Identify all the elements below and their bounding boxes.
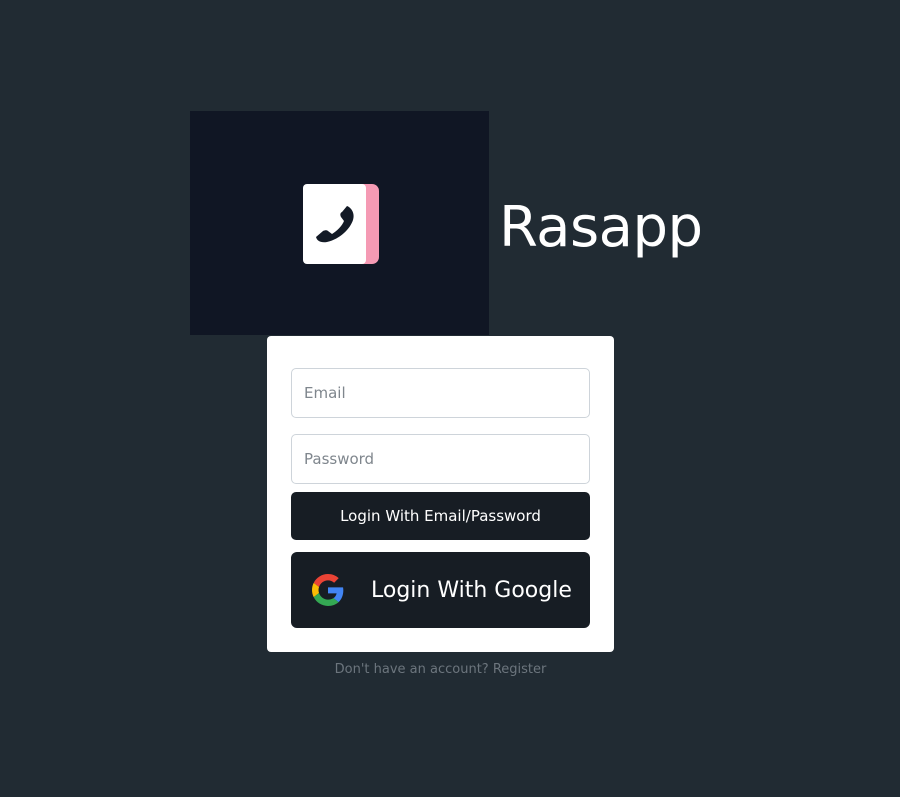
login-google-button[interactable]: Login With Google <box>291 552 590 628</box>
google-g-icon <box>312 574 344 606</box>
email-input[interactable] <box>291 368 590 418</box>
app-name: Rasapp <box>499 195 703 260</box>
register-prompt-text: Don't have an account? <box>334 662 489 677</box>
login-page: Rasapp Login With Email/Password Login W… <box>0 0 900 797</box>
register-prompt: Don't have an account? Register <box>267 660 614 680</box>
logo-panel <box>190 111 489 335</box>
password-input[interactable] <box>291 434 590 484</box>
login-email-password-button[interactable]: Login With Email/Password <box>291 492 590 540</box>
register-link[interactable]: Register <box>493 662 547 677</box>
login-google-label: Login With Google <box>371 578 572 603</box>
login-card: Login With Email/Password Login With Goo… <box>267 336 614 652</box>
phone-book-icon <box>303 184 379 264</box>
